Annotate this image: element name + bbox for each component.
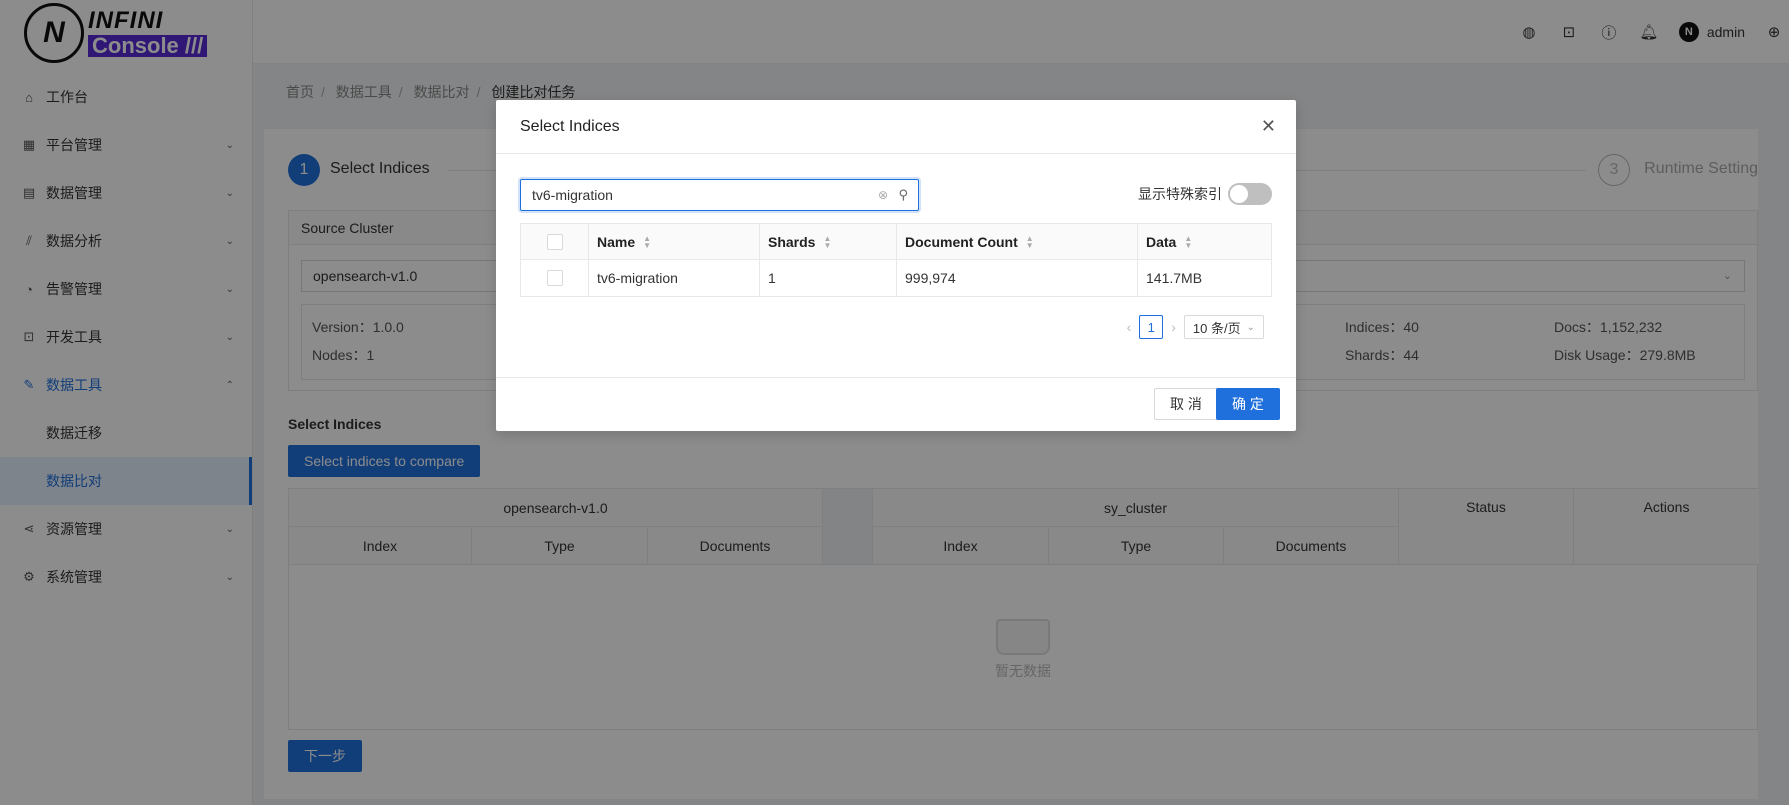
page-number[interactable]: 1: [1139, 315, 1164, 339]
select-all-checkbox[interactable]: [546, 233, 563, 250]
special-index-switch[interactable]: [1228, 183, 1272, 205]
sort-icon: ▲ ▼: [823, 233, 832, 250]
sort-icon: ▲ ▼: [1184, 233, 1193, 250]
index-search-input[interactable]: tv6-migration ⊗ ⚲: [520, 179, 919, 211]
doc-count-column-header[interactable]: Document Count ▲ ▼: [897, 224, 1138, 259]
index-name-cell: tv6-migration: [589, 260, 760, 296]
close-icon[interactable]: ✕: [1261, 116, 1276, 137]
data-size-cell: 141.7MB: [1146, 270, 1203, 286]
special-index-label: 显示特殊索引: [1138, 186, 1222, 202]
search-icon[interactable]: ⚲: [898, 180, 908, 210]
sort-icon: ▲ ▼: [643, 233, 652, 250]
table-header-row: Name ▲ ▼ Shards ▲ ▼ Document Count ▲ ▼ Data ▲ ▼: [521, 224, 1271, 260]
search-value: tv6-migration: [532, 187, 613, 203]
doc-count-cell: 999,974: [897, 260, 1138, 296]
modal-footer: 取 消 确 定: [496, 377, 1296, 431]
prev-page-icon[interactable]: ‹: [1127, 319, 1132, 335]
pagination: ‹ 1 › 10 条/页 ⌄: [1127, 315, 1264, 339]
table-row[interactable]: tv6-migration 1 999,974 141.7MB: [521, 260, 1271, 296]
data-column-header[interactable]: Data ▲ ▼: [1138, 224, 1271, 259]
name-column-header[interactable]: Name ▲ ▼: [589, 224, 760, 259]
page-size-select[interactable]: 10 条/页 ⌄: [1183, 315, 1264, 339]
chevron-down-icon: ⌄: [1246, 321, 1255, 333]
shards-column-header[interactable]: Shards ▲ ▼: [760, 224, 897, 259]
cancel-button[interactable]: 取 消: [1154, 388, 1218, 420]
select-all-cell: [521, 224, 589, 259]
confirm-button[interactable]: 确 定: [1216, 388, 1280, 420]
next-page-icon[interactable]: ›: [1171, 319, 1176, 335]
sort-icon: ▲ ▼: [1025, 233, 1034, 250]
special-index-toggle-group: 显示特殊索引: [1138, 183, 1272, 205]
shards-cell: 1: [760, 260, 897, 296]
clear-icon[interactable]: ⊗: [878, 180, 888, 210]
modal-title: Select Indices: [496, 100, 1296, 154]
indices-table: Name ▲ ▼ Shards ▲ ▼ Document Count ▲ ▼ Data ▲ ▼ …: [520, 223, 1272, 297]
row-select-cell: [521, 260, 589, 296]
row-checkbox[interactable]: [546, 270, 563, 286]
select-indices-modal: Select Indices ✕ tv6-migration ⊗ ⚲ 显示特殊索…: [496, 100, 1296, 431]
